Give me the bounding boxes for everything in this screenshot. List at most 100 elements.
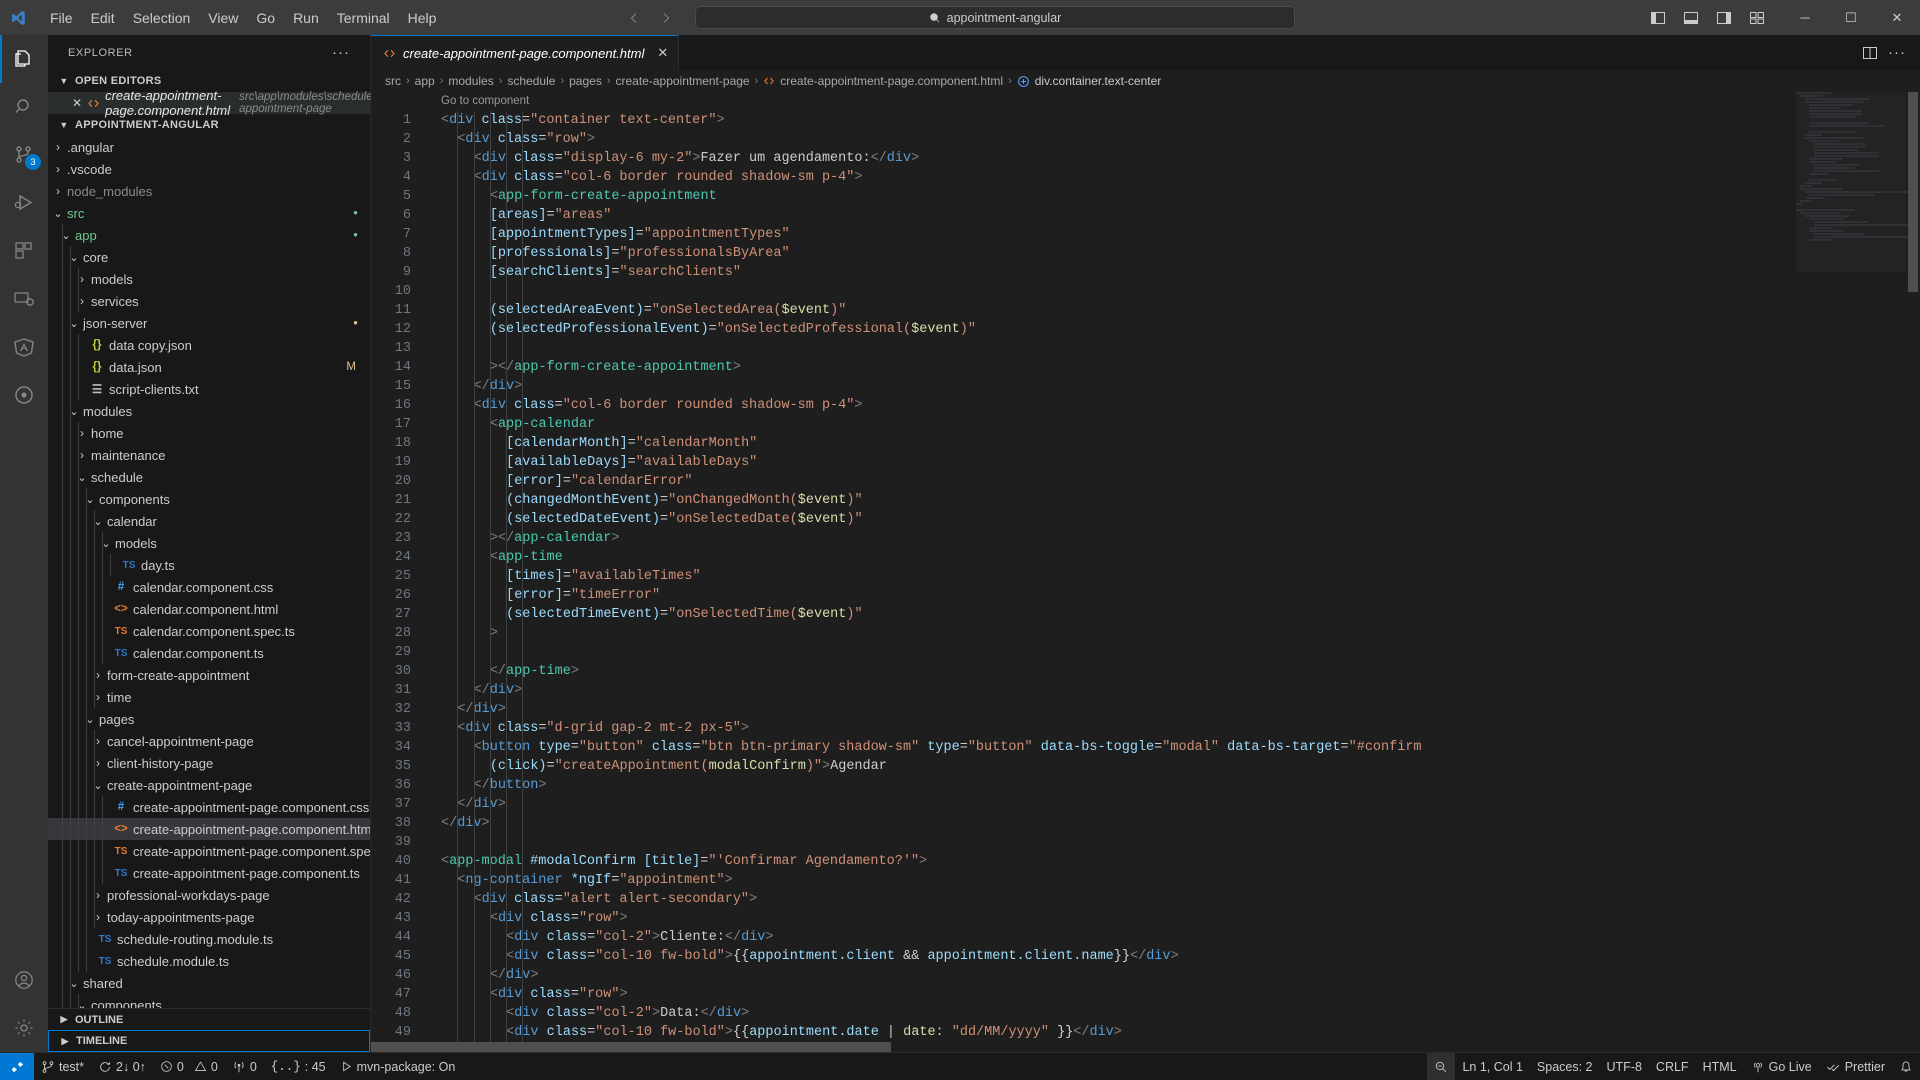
code-line[interactable]: [areas]="areas" [433, 206, 1920, 225]
arrow-right-icon[interactable] [659, 10, 675, 26]
file-tree[interactable]: › .angular › .vscode › node_modules ⌄ src ● ⌄ app ●… [48, 136, 370, 1008]
activity-accounts[interactable] [0, 956, 48, 1004]
status-eol[interactable]: CRLF [1649, 1053, 1696, 1080]
tree-file-row[interactable]: {} data copy.json [48, 334, 370, 356]
tree-folder-row[interactable]: ⌄ json-server ● [48, 312, 370, 334]
activity-search[interactable] [0, 83, 48, 131]
tree-folder-row[interactable]: › .vscode [48, 158, 370, 180]
menu-help[interactable]: Help [399, 6, 446, 30]
activity-angular[interactable] [0, 323, 48, 371]
tree-folder-row[interactable]: › .angular [48, 136, 370, 158]
split-editor-icon[interactable] [1862, 45, 1878, 61]
scrollbar-thumb-horizontal[interactable] [371, 1042, 891, 1052]
code-line[interactable]: <app-time [433, 548, 1920, 567]
breadcrumb-item[interactable]: app [415, 74, 435, 88]
status-zoom-out[interactable] [1427, 1052, 1456, 1080]
customize-layout-icon[interactable] [1742, 3, 1772, 33]
status-encoding[interactable]: UTF-8 [1600, 1053, 1649, 1080]
code-editor[interactable]: 1 2 3 4 5 6 7 8 9 10 11 12 13 14 15 16 17 18 19 20 21 22 23 24 2… [371, 92, 1920, 1052]
tree-folder-row[interactable]: › professional-workdays-page [48, 884, 370, 906]
code-line[interactable]: <div class="alert alert-secondary"> [433, 890, 1920, 909]
tree-folder-row[interactable]: ⌄ components [48, 488, 370, 510]
code-line[interactable]: <div class="col-10 fw-bold">{{appointmen… [433, 947, 1920, 966]
status-branch[interactable]: test* [34, 1053, 91, 1080]
tree-folder-row[interactable]: › today-appointments-page [48, 906, 370, 928]
code-line[interactable]: </div> [433, 814, 1920, 833]
status-go-live[interactable]: Go Live [1744, 1053, 1819, 1080]
menu-selection[interactable]: Selection [124, 6, 200, 30]
breadcrumb-item[interactable]: modules [448, 74, 493, 88]
menu-terminal[interactable]: Terminal [328, 6, 399, 30]
tree-folder-row[interactable]: ⌄ components [48, 994, 370, 1008]
code-line[interactable]: <app-calendar [433, 415, 1920, 434]
code-line[interactable]: <app-modal #modalConfirm [title]="'Confi… [433, 852, 1920, 871]
tree-folder-row[interactable]: › services [48, 290, 370, 312]
status-notifications[interactable] [1892, 1053, 1920, 1080]
activity-source-control[interactable]: 3 [0, 131, 48, 179]
code-line[interactable]: <ng-container *ngIf="appointment"> [433, 871, 1920, 890]
ellipsis-icon[interactable]: ··· [332, 44, 350, 61]
tree-file-row[interactable]: # calendar.component.css [48, 576, 370, 598]
tree-folder-row[interactable]: ⌄ app ● [48, 224, 370, 246]
menu-run[interactable]: Run [284, 6, 328, 30]
toggle-secondary-sidebar-icon[interactable] [1709, 3, 1739, 33]
tree-folder-row[interactable]: ⌄ modules [48, 400, 370, 422]
code-line[interactable] [433, 282, 1920, 301]
tree-folder-row[interactable]: ⌄ calendar [48, 510, 370, 532]
code-line[interactable]: [searchClients]="searchClients" [433, 263, 1920, 282]
activity-manage-settings[interactable] [0, 1004, 48, 1052]
tree-folder-row[interactable]: › node_modules [48, 180, 370, 202]
breadcrumb-item[interactable]: create-appointment-page [616, 74, 750, 88]
tree-file-row[interactable]: TS create-appointment-page.component.ts [48, 862, 370, 884]
tree-folder-row[interactable]: ⌄ pages [48, 708, 370, 730]
tree-folder-row[interactable]: › client-history-page [48, 752, 370, 774]
code-line[interactable]: <div class="col-2">Cliente:</div> [433, 928, 1920, 947]
code-line[interactable]: <button type="button" class="btn btn-pri… [433, 738, 1920, 757]
code-line[interactable] [433, 833, 1920, 852]
outline-section-header[interactable]: ▶ OUTLINE [48, 1008, 370, 1030]
timeline-section-header[interactable]: ▶ TIMELINE [48, 1030, 370, 1052]
status-mvn-package[interactable]: mvn-package: On [333, 1053, 463, 1080]
close-icon[interactable]: ✕ [657, 45, 668, 61]
tree-file-row[interactable]: TS day.ts [48, 554, 370, 576]
window-maximize-button[interactable]: ☐ [1828, 0, 1874, 35]
code-line[interactable]: </div> [433, 795, 1920, 814]
toggle-panel-icon[interactable] [1676, 3, 1706, 33]
code-line[interactable]: (selectedDateEvent)="onSelectedDate($eve… [433, 510, 1920, 529]
tree-file-row[interactable]: TS create-appointment-page.component.spec… [48, 840, 370, 862]
tree-folder-row[interactable]: ⌄ shared [48, 972, 370, 994]
tree-folder-row[interactable]: ⌄ schedule [48, 466, 370, 488]
code-line[interactable]: [times]="availableTimes" [433, 567, 1920, 586]
code-content[interactable]: Go to component <div class="container tex… [433, 92, 1920, 1052]
breadcrumb-item[interactable]: div.container.text-center [1035, 74, 1162, 88]
code-line[interactable]: <div class="d-grid gap-2 mt-2 px-5"> [433, 719, 1920, 738]
window-close-button[interactable]: ✕ [1874, 0, 1920, 35]
remote-indicator-icon[interactable] [0, 1052, 34, 1080]
code-line[interactable] [433, 339, 1920, 358]
menu-edit[interactable]: Edit [82, 6, 124, 30]
editor-vertical-scrollbar[interactable] [1906, 92, 1920, 1052]
menu-bar[interactable]: File Edit Selection View Go Run Terminal… [41, 6, 445, 30]
code-line[interactable] [433, 643, 1920, 662]
scrollbar-thumb[interactable] [1908, 92, 1918, 292]
code-line[interactable]: <div class="col-2">Data:</div> [433, 1004, 1920, 1023]
editor-horizontal-scrollbar[interactable] [371, 1042, 1920, 1052]
menu-view[interactable]: View [199, 6, 247, 30]
tree-file-row[interactable]: {} data.json M [48, 356, 370, 378]
minimap[interactable] [1796, 92, 1918, 1052]
window-minimize-button[interactable]: ─ [1782, 0, 1828, 35]
tree-folder-row[interactable]: ⌄ models [48, 532, 370, 554]
code-line[interactable]: > [433, 624, 1920, 643]
tree-file-row[interactable]: # create-appointment-page.component.css [48, 796, 370, 818]
arrow-left-icon[interactable] [625, 10, 641, 26]
code-line[interactable]: <div class="container text-center"> [433, 111, 1920, 130]
menu-go[interactable]: Go [247, 6, 284, 30]
tree-file-row[interactable]: TS calendar.component.ts [48, 642, 370, 664]
open-editor-item[interactable]: ✕ create-appointment-page.component.html… [48, 88, 446, 118]
activity-remote-explorer[interactable] [0, 275, 48, 323]
codelens-go-to-component[interactable]: Go to component [433, 92, 1920, 111]
tree-file-row[interactable]: <> create-appointment-page.component.html [48, 818, 370, 840]
tree-file-row[interactable]: TS schedule-routing.module.ts [48, 928, 370, 950]
code-line[interactable]: ></app-calendar> [433, 529, 1920, 548]
tree-file-row[interactable]: TS schedule.module.ts [48, 950, 370, 972]
